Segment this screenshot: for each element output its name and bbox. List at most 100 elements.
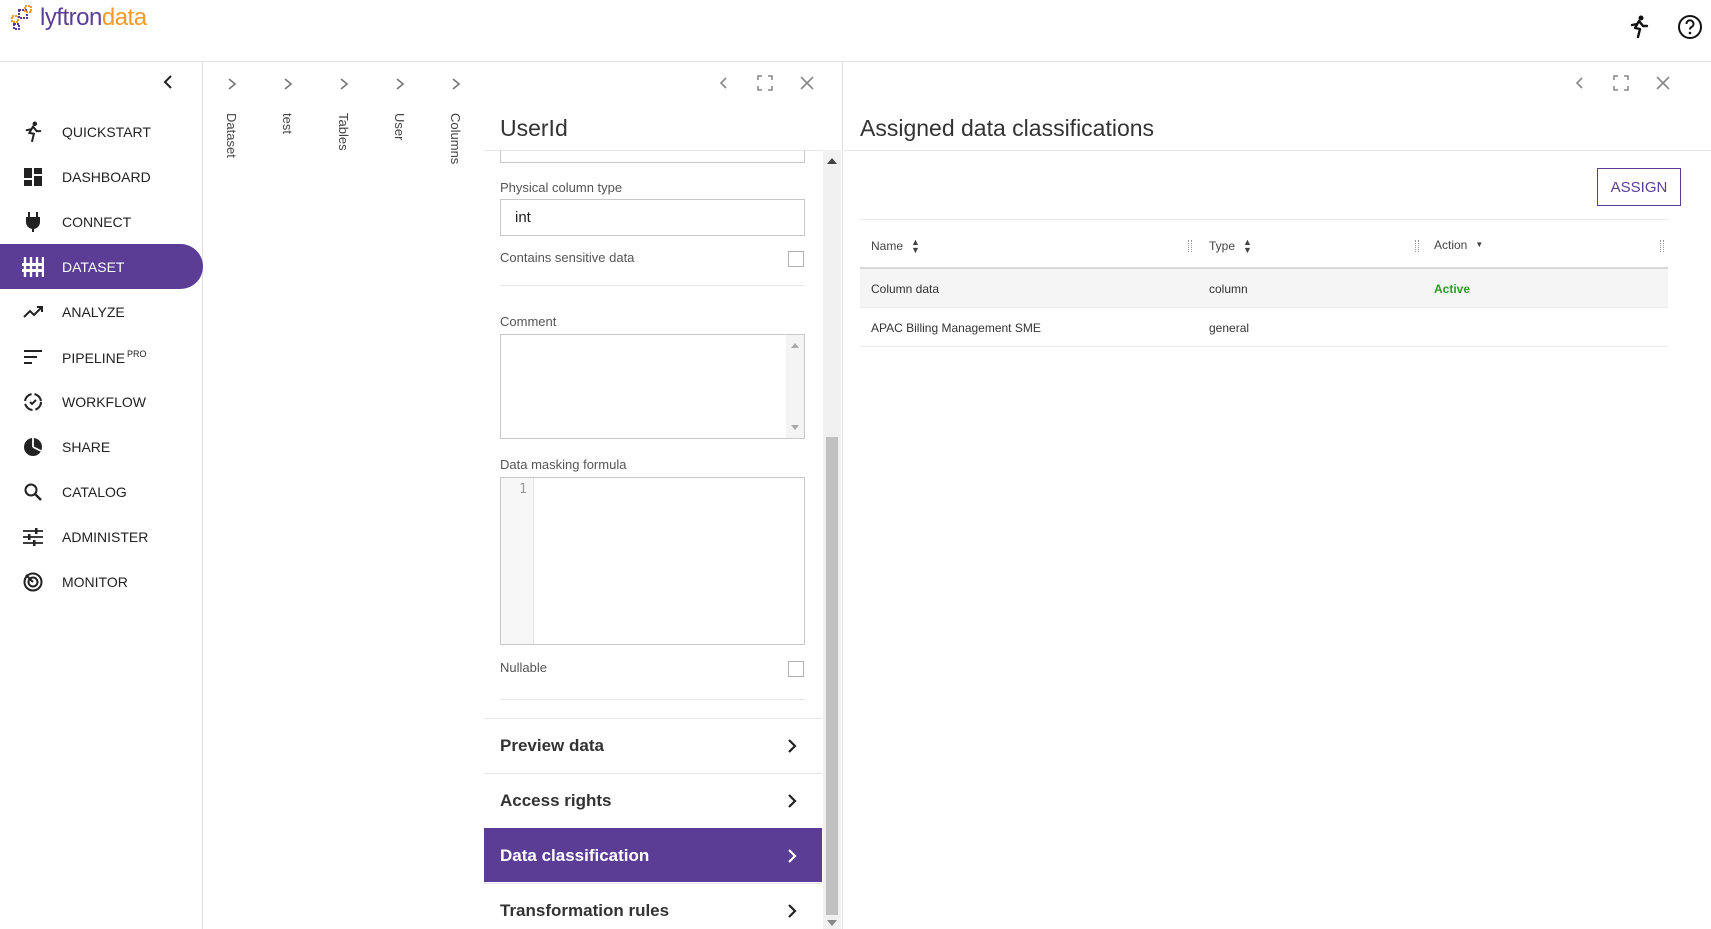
sidebar-item-share[interactable]: SHARE — [0, 424, 203, 469]
breadcrumb-label: Columns — [448, 113, 463, 165]
section-label: Data classification — [500, 845, 650, 865]
chevron-right-icon — [788, 904, 797, 918]
plug-icon — [22, 211, 44, 233]
dataset-icon — [22, 256, 44, 278]
sidebar-item-label: PIPELINE PRO — [62, 349, 147, 366]
sidebar-item-monitor[interactable]: MONITOR — [0, 559, 203, 604]
sidebar-item-connect[interactable]: CONNECT — [0, 199, 203, 244]
breadcrumb-columns[interactable]: Columns — [428, 62, 485, 929]
sort-icon: ▲ ▼ — [1243, 237, 1252, 255]
chevron-right-icon — [452, 78, 461, 90]
panel-back-chevron-icon[interactable] — [714, 74, 732, 92]
sidebar-item-label: ADMINISTER — [62, 529, 149, 545]
divider — [844, 150, 1711, 151]
classification-panel: Assigned data classifications ASSIGN Nam… — [844, 62, 1711, 929]
panel-back-chevron-icon[interactable] — [1570, 74, 1588, 92]
trend-icon — [22, 301, 44, 323]
section-label: Access rights — [500, 790, 612, 810]
physical-type-input[interactable]: int — [500, 199, 805, 236]
scroll-up-arrow-icon[interactable] — [827, 158, 837, 164]
column-header-action[interactable]: Action ▼ — [1434, 238, 1483, 252]
previous-field-input[interactable] — [500, 151, 805, 163]
sensitive-data-checkbox[interactable] — [788, 251, 804, 267]
chevron-right-icon — [788, 849, 797, 863]
comment-label: Comment — [500, 314, 557, 329]
sidebar-item-label: QUICKSTART — [62, 124, 151, 140]
line-number: 1 — [501, 478, 534, 644]
column-form: Physical column type int Contains sensit… — [484, 150, 822, 929]
cell-name: APAC Billing Management SME — [871, 321, 1041, 335]
sidebar-item-dataset[interactable]: DATASET — [0, 244, 203, 289]
sidebar-item-label: ANALYZE — [62, 304, 125, 320]
breadcrumb-label: Dataset — [224, 113, 239, 158]
column-resize-handle[interactable] — [1660, 240, 1664, 252]
breadcrumb-dataset[interactable]: Dataset — [204, 62, 261, 929]
table-row[interactable]: Column data column Active — [860, 269, 1668, 308]
column-resize-handle[interactable] — [1188, 240, 1192, 252]
sidebar-item-dashboard[interactable]: DASHBOARD — [0, 154, 203, 199]
cell-name: Column data — [871, 282, 940, 296]
panel-maximize-icon[interactable] — [1612, 74, 1630, 92]
nullable-checkbox[interactable] — [788, 661, 804, 677]
top-bar: lyftrondata — [0, 0, 1711, 62]
chevron-right-icon — [788, 794, 797, 808]
sidebar-item-label: WORKFLOW — [62, 394, 146, 410]
section-preview-data[interactable]: Preview data — [484, 718, 822, 772]
pipeline-icon — [22, 346, 44, 368]
section-label: Transformation rules — [500, 900, 670, 920]
breadcrumb-tables[interactable]: Tables — [316, 62, 373, 929]
table-row[interactable]: APAC Billing Management SME general — [860, 308, 1668, 347]
sidebar-item-label: MONITOR — [62, 574, 128, 590]
column-title: UserId — [500, 115, 568, 141]
sliders-icon — [22, 526, 44, 548]
section-access-rights[interactable]: Access rights — [484, 773, 822, 827]
brand-logo[interactable]: lyftrondata — [10, 4, 147, 32]
help-circle-icon[interactable] — [1676, 13, 1704, 41]
breadcrumb-label: User — [392, 113, 407, 141]
column-header-type[interactable]: Type ▲ ▼ — [1209, 237, 1252, 255]
breadcrumb-test[interactable]: test — [260, 62, 317, 929]
pie-icon — [22, 436, 44, 458]
sidebar-collapse-chevron-left-icon[interactable] — [158, 72, 178, 92]
cell-type: general — [1209, 321, 1250, 335]
textarea-scrollbar[interactable] — [786, 335, 804, 438]
sidebar-item-quickstart[interactable]: QUICKSTART — [0, 109, 203, 154]
comment-textarea[interactable] — [500, 334, 805, 439]
assign-button[interactable]: ASSIGN — [1597, 168, 1681, 206]
chevron-right-icon — [340, 78, 349, 90]
breadcrumb-user[interactable]: User — [372, 62, 429, 929]
chevron-right-icon — [228, 78, 237, 90]
divider — [500, 285, 805, 286]
sidebar-item-administer[interactable]: ADMINISTER — [0, 514, 203, 559]
table-header: Name ▲ ▼ Type ▲ ▼ Action ▼ — [860, 219, 1668, 269]
classification-table: Name ▲ ▼ Type ▲ ▼ Action ▼ Column data column… — [860, 219, 1668, 347]
sidebar-item-analyze[interactable]: ANALYZE — [0, 289, 203, 334]
monitor-icon — [22, 571, 44, 593]
scroll-thumb[interactable] — [826, 437, 838, 915]
search-icon — [22, 481, 44, 503]
panel-maximize-icon[interactable] — [756, 74, 774, 92]
sidebar-item-catalog[interactable]: CATALOG — [0, 469, 203, 514]
sidebar-item-pipeline[interactable]: PIPELINE PRO — [0, 334, 203, 379]
sidebar-item-label: CATALOG — [62, 484, 127, 500]
column-header-name[interactable]: Name ▲ ▼ — [871, 238, 920, 255]
quickstart-run-icon[interactable] — [1625, 13, 1653, 41]
column-resize-handle[interactable] — [1415, 240, 1419, 252]
panel-close-icon[interactable] — [1654, 74, 1672, 92]
panel-close-icon[interactable] — [798, 74, 816, 92]
masking-formula-label: Data masking formula — [500, 457, 627, 472]
sidebar-item-workflow[interactable]: WORKFLOW — [0, 379, 203, 424]
masking-formula-editor[interactable]: 1 — [500, 477, 805, 645]
scroll-down-arrow-icon[interactable] — [827, 920, 837, 926]
brand-name: lyftrondata — [40, 4, 147, 31]
breadcrumb-label: test — [280, 113, 295, 134]
classification-title: Assigned data classifications — [860, 115, 1155, 141]
breadcrumb-label: Tables — [336, 113, 351, 151]
panel-scrollbar[interactable] — [823, 150, 841, 929]
section-data-classification[interactable]: Data classification — [484, 828, 822, 882]
sensitive-data-label: Contains sensitive data — [500, 250, 635, 265]
sidebar-item-label: CONNECT — [62, 214, 132, 230]
sidebar-item-label: SHARE — [62, 439, 111, 455]
section-transformation-rules[interactable]: Transformation rules — [484, 883, 822, 929]
cell-action-status[interactable]: Active — [1434, 282, 1470, 296]
